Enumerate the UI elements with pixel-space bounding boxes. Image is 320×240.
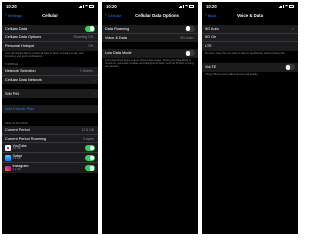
chevron-left-icon: ‹ — [105, 11, 107, 18]
back-button[interactable]: ‹ Back — [205, 11, 217, 20]
page-title: Cellular — [42, 13, 58, 18]
page-title: Voice & Data — [237, 13, 263, 18]
option-5g-auto[interactable]: 5G Auto ✓ — [202, 25, 298, 34]
chevron-right-icon: › — [93, 91, 95, 97]
volte-toggle[interactable] — [285, 64, 295, 71]
5g-auto-footer: 5G Auto: Uses 5G only when it will not s… — [205, 52, 286, 55]
voice-data-screen: 10:20 ‹ Back Voice & Data 5G Auto ✓ 5G On… — [202, 2, 298, 234]
nav-bar: ‹ Cellular Cellular Data Options — [102, 11, 198, 20]
status-bar: 10:20 — [202, 2, 298, 11]
app-row-safari: Safari 1.9 GB — [2, 153, 98, 164]
current-period-row: Current Period 12.8 GB — [2, 126, 98, 135]
voice-data-options-group: 5G Auto ✓ 5G On LTE — [202, 25, 298, 51]
current-period-roaming-row: Current Period Roaming 0 bytes — [2, 135, 98, 144]
chevron-right-icon: › — [93, 77, 95, 83]
signal-icon — [78, 5, 84, 8]
page-title: Cellular Data Options — [135, 13, 179, 18]
back-button[interactable]: ‹ Cellular — [105, 11, 121, 20]
status-time: 10:20 — [206, 4, 217, 9]
instagram-icon — [5, 165, 11, 172]
voice-data-row[interactable]: Voice & Data 5G Auto › — [102, 34, 198, 43]
checkmark-icon: ✓ — [291, 26, 295, 32]
chevron-right-icon: › — [93, 34, 95, 40]
wifi-icon — [184, 5, 188, 8]
wifi-icon — [284, 5, 288, 8]
volte-row: VoLTE — [202, 63, 298, 72]
add-cellular-plan-row[interactable]: Add Cellular Plan — [2, 105, 98, 114]
low-data-mode-footer: Low Data Mode helps reduce cellular data… — [105, 59, 195, 69]
carrier-group: Network Selection T-Mobile › Cellular Da… — [2, 67, 98, 85]
option-lte[interactable]: LTE — [202, 42, 298, 51]
battery-icon — [189, 5, 194, 8]
cellular-data-toggle[interactable] — [85, 25, 95, 32]
status-bar: 10:20 — [102, 2, 198, 11]
youtube-icon — [5, 145, 11, 151]
chevron-right-icon: › — [93, 68, 95, 74]
status-time: 10:20 — [106, 4, 117, 9]
signal-icon — [278, 5, 284, 8]
app-row-youtube: YouTube 3.6 GB — [2, 143, 98, 154]
app-row-instagram: Instagram 1.1 GB — [2, 163, 98, 173]
chevron-right-icon: › — [93, 43, 95, 49]
cellular-data-options-row[interactable]: Cellular Data Options Roaming Off › — [2, 34, 98, 42]
sim-pin-row[interactable]: SIM PIN › — [2, 89, 98, 98]
cellular-data-network-row[interactable]: Cellular Data Network › — [2, 76, 98, 85]
data-roaming-row: Data Roaming — [102, 25, 198, 34]
back-button[interactable]: ‹ Settings — [5, 11, 22, 20]
battery-icon — [289, 5, 294, 8]
safari-icon — [5, 155, 11, 161]
signal-icon — [178, 5, 184, 8]
status-bar: 10:20 — [2, 2, 98, 11]
personal-hotspot-row[interactable]: Personal Hotspot Off › — [2, 42, 98, 51]
option-5g-on[interactable]: 5G On — [202, 34, 298, 42]
low-data-mode-toggle[interactable] — [185, 50, 195, 57]
cellular-main-group: Cellular Data Cellular Data Options Roam… — [2, 25, 98, 51]
cellular-data-row: Cellular Data — [2, 25, 98, 34]
nav-bar: ‹ Back Voice & Data — [202, 11, 298, 20]
safari-data-toggle[interactable] — [85, 154, 95, 161]
volte-footer: Using LTE for voice calls improves call … — [205, 73, 258, 77]
cellular-data-footer: Turn off cellular data to restrict all d… — [5, 52, 84, 59]
chevron-right-icon: › — [193, 35, 195, 41]
status-time: 10:20 — [6, 4, 17, 9]
network-selection-row[interactable]: Network Selection T-Mobile › — [2, 67, 98, 76]
battery-icon — [89, 5, 94, 8]
nav-bar: ‹ Settings Cellular — [2, 11, 98, 20]
instagram-data-toggle[interactable] — [85, 165, 95, 172]
youtube-data-toggle[interactable] — [85, 144, 95, 151]
low-data-mode-row: Low Data Mode — [102, 49, 198, 58]
chevron-left-icon: ‹ — [5, 11, 7, 18]
usage-group: Current Period 12.8 GB Current Period Ro… — [2, 126, 98, 174]
wifi-icon — [84, 5, 88, 8]
data-roaming-toggle[interactable] — [185, 25, 195, 32]
cellular-screen: 10:20 ‹ Settings Cellular Cellular Data C… — [2, 2, 98, 234]
cellular-data-options-screen: 10:20 ‹ Cellular Cellular Data Options Da… — [102, 2, 198, 234]
chevron-left-icon: ‹ — [205, 11, 207, 18]
